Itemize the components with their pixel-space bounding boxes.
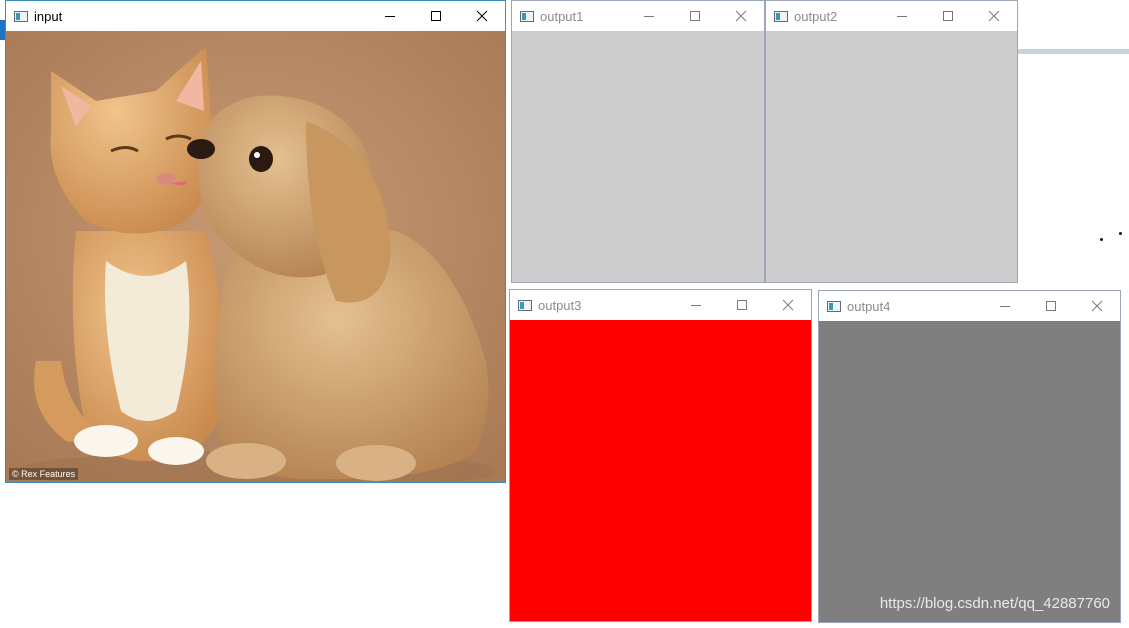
maximize-icon <box>737 300 747 310</box>
maximize-button[interactable] <box>413 1 459 31</box>
maximize-button[interactable] <box>719 290 765 320</box>
close-icon <box>782 299 794 311</box>
close-button[interactable] <box>765 290 811 320</box>
minimize-button[interactable] <box>879 1 925 31</box>
background-dot <box>1100 238 1103 241</box>
app-icon <box>774 10 788 22</box>
app-icon <box>14 10 28 22</box>
close-button[interactable] <box>971 1 1017 31</box>
image-view: © Rex Features <box>6 31 505 482</box>
window-title: output1 <box>540 8 584 24</box>
output-view: https://blog.csdn.net/qq_42887760 <box>819 321 1120 622</box>
minimize-button[interactable] <box>673 290 719 320</box>
window-title: output3 <box>538 297 582 313</box>
window-title: output4 <box>847 298 891 314</box>
background-dot <box>1119 232 1122 235</box>
minimize-button[interactable] <box>367 1 413 31</box>
close-icon <box>476 10 488 22</box>
title-bar[interactable]: output3 <box>510 290 811 320</box>
minimize-button[interactable] <box>626 1 672 31</box>
output-view <box>512 31 764 282</box>
window-output1[interactable]: output1 <box>511 0 765 283</box>
window-output2[interactable]: output2 <box>765 0 1018 283</box>
window-title: output2 <box>794 8 838 24</box>
close-icon <box>1091 300 1103 312</box>
maximize-icon <box>943 11 953 21</box>
kitten-puppy-photo: © Rex Features <box>6 31 505 482</box>
minimize-icon <box>1000 306 1010 307</box>
maximize-button[interactable] <box>672 1 718 31</box>
minimize-icon <box>897 16 907 17</box>
close-icon <box>988 10 1000 22</box>
window-output3[interactable]: output3 <box>509 289 812 622</box>
title-bar[interactable]: input <box>6 1 505 31</box>
maximize-icon <box>431 11 441 21</box>
background-app-strip <box>1018 49 1129 54</box>
minimize-button[interactable] <box>982 291 1028 321</box>
app-icon <box>827 300 841 312</box>
maximize-icon <box>690 11 700 21</box>
window-title: input <box>34 8 63 24</box>
title-bar[interactable]: output1 <box>512 1 764 31</box>
watermark-text: https://blog.csdn.net/qq_42887760 <box>879 595 1110 612</box>
maximize-icon <box>1046 301 1056 311</box>
photo-credit: © Rex Features <box>9 468 79 480</box>
title-bar[interactable]: output4 <box>819 291 1120 321</box>
output-view <box>510 320 811 621</box>
minimize-icon <box>644 16 654 17</box>
title-bar[interactable]: output2 <box>766 1 1017 31</box>
maximize-button[interactable] <box>1028 291 1074 321</box>
output-view <box>766 31 1017 282</box>
minimize-icon <box>385 16 395 17</box>
minimize-icon <box>691 305 701 306</box>
app-icon <box>518 299 532 311</box>
window-output4[interactable]: output4 https://blog.csdn.net/qq_4288776… <box>818 290 1121 623</box>
app-icon <box>520 10 534 22</box>
close-button[interactable] <box>718 1 764 31</box>
maximize-button[interactable] <box>925 1 971 31</box>
close-button[interactable] <box>459 1 505 31</box>
close-icon <box>735 10 747 22</box>
window-input[interactable]: input © Rex Features <box>5 0 506 483</box>
close-button[interactable] <box>1074 291 1120 321</box>
